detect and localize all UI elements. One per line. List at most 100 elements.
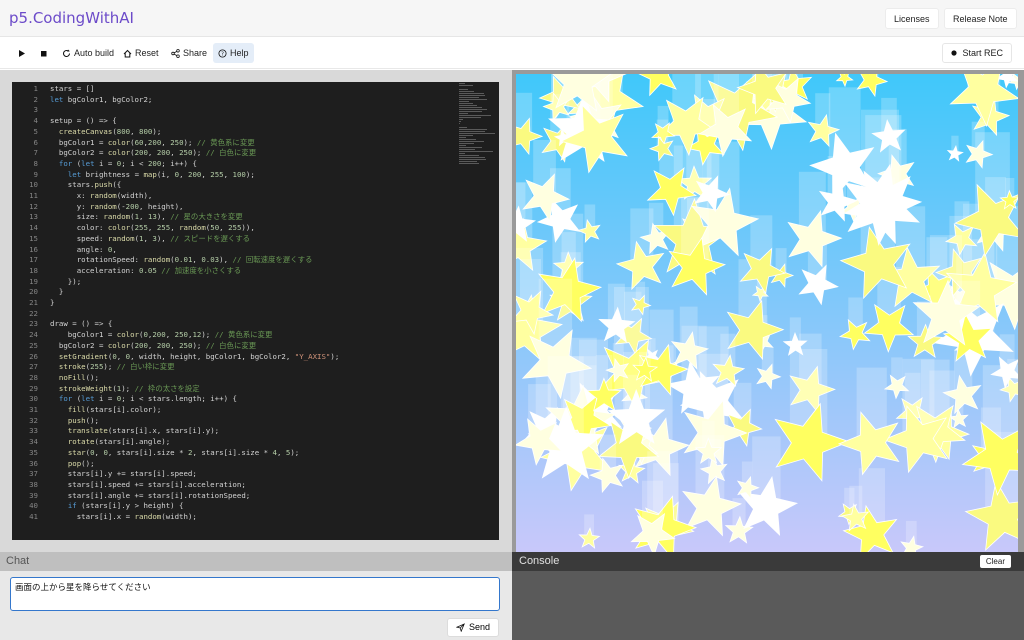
- editor-minimap[interactable]: [457, 82, 499, 540]
- line-number: 22: [29, 308, 38, 318]
- code-line[interactable]: 8 for (let i = 0; i < 200; i++) {: [12, 159, 457, 170]
- code-text: size: random(1, 13), // 星の大きさを変更: [50, 212, 243, 222]
- code-text: push();: [67, 415, 99, 425]
- code-line[interactable]: 10 stars.push({: [12, 180, 457, 191]
- stop-icon: [41, 50, 47, 56]
- code-line[interactable]: 18 acceleration: 0.05 // 加速度を小さくする: [12, 266, 457, 277]
- code-text: }: [50, 287, 64, 297]
- code-line[interactable]: 41 stars[i].x = random(width);: [12, 512, 457, 523]
- code-line[interactable]: 12 y: random(-200, height),: [12, 202, 457, 213]
- auto-build-button[interactable]: Auto build: [57, 43, 119, 63]
- code-line[interactable]: 21}: [12, 298, 457, 309]
- chat-input[interactable]: 画面の上から星を降らせてください: [10, 577, 500, 611]
- line-number: 14: [29, 223, 38, 233]
- line-number: 27: [29, 362, 38, 372]
- code-line[interactable]: 13 size: random(1, 13), // 星の大きさを変更: [12, 212, 457, 223]
- share-button[interactable]: Share: [166, 43, 212, 63]
- stop-button[interactable]: [34, 43, 53, 63]
- code-text: setup = () => {: [50, 116, 117, 126]
- code-line[interactable]: 2 let bgColor1, bgColor2;: [12, 95, 457, 106]
- code-text: stars[i].speed += stars[i].acceleration;: [50, 479, 246, 489]
- share-label: Share: [183, 48, 208, 58]
- code-text: rotate(stars[i].angle);: [67, 437, 171, 447]
- reset-button[interactable]: Reset: [118, 43, 164, 63]
- code-line[interactable]: 35 star(0, 0, stars[i].size * 2, stars[i…: [12, 448, 457, 459]
- code-line[interactable]: 29 strokeWeight(1); // 枠の太さを設定: [12, 384, 457, 395]
- code-line[interactable]: 30 for (let i = 0; i < stars.length; i++…: [12, 394, 457, 405]
- code-line[interactable]: 31 fill(stars[i].color);: [12, 405, 457, 416]
- sketch-canvas[interactable]: [516, 74, 1018, 552]
- code-line[interactable]: 17 rotationSpeed: random(0.01, 0.03), //…: [12, 255, 457, 266]
- code-line[interactable]: 7 bgColor2 = color(200, 200, 250); // 白色…: [12, 148, 457, 159]
- code-line[interactable]: 19 });: [12, 277, 457, 288]
- code-text: bgColor2 = color(200, 200, 250); // 白色に変…: [50, 340, 257, 350]
- code-line[interactable]: 28 noFill();: [12, 373, 457, 384]
- code-line[interactable]: 25 bgColor2 = color(200, 200, 250); // 白…: [12, 341, 457, 352]
- line-number: 17: [29, 255, 38, 265]
- help-button[interactable]: ? Help: [213, 43, 254, 63]
- release-note-button[interactable]: Release Note: [944, 8, 1017, 29]
- line-number: 10: [29, 180, 38, 190]
- code-line[interactable]: 23 draw = () => {: [12, 319, 457, 330]
- code-line[interactable]: 39 stars[i].angle += stars[i].rotationSp…: [12, 491, 457, 502]
- code-text: color: color(255, 255, random(50, 255)),: [50, 223, 255, 233]
- code-line[interactable]: 36 pop();: [12, 459, 457, 470]
- code-line[interactable]: 3: [12, 105, 457, 116]
- code-text: });: [50, 276, 82, 286]
- code-line[interactable]: 32 push();: [12, 416, 457, 427]
- line-number: 2: [33, 94, 38, 104]
- code-line[interactable]: 27 stroke(255); // 白い枠に変更: [12, 362, 457, 373]
- code-line[interactable]: 6 bgColor1 = color(60,200, 250); // 黄色系に…: [12, 138, 457, 149]
- code-text: angle: 0,: [50, 244, 117, 254]
- code-line[interactable]: 14 color: color(255, 255, random(50, 255…: [12, 223, 457, 234]
- home-icon: [123, 49, 132, 57]
- reset-label: Reset: [135, 48, 159, 58]
- send-icon: [455, 623, 465, 632]
- play-button[interactable]: [12, 43, 31, 63]
- code-line[interactable]: 38 stars[i].speed += stars[i].accelerati…: [12, 480, 457, 491]
- share-icon: [171, 48, 180, 58]
- line-number: 32: [29, 415, 38, 425]
- start-rec-button[interactable]: Start REC: [942, 43, 1012, 63]
- code-text: fill(stars[i].color);: [67, 405, 162, 414]
- code-text: if (stars[i].y > height) {: [67, 501, 184, 511]
- line-number: 37: [29, 469, 38, 479]
- send-button[interactable]: Send: [446, 618, 499, 637]
- play-icon: [19, 49, 25, 57]
- line-number: 13: [29, 212, 38, 222]
- clear-console-button[interactable]: Clear: [979, 555, 1011, 568]
- code-line[interactable]: 11 x: random(width),: [12, 191, 457, 202]
- code-line[interactable]: 15 speed: random(1, 3), // スピードを遅くする: [12, 234, 457, 245]
- code-text: stroke(255); // 白い枠に変更: [58, 362, 175, 372]
- code-line[interactable]: 9 let brightness = map(i, 0, 200, 255, 1…: [12, 170, 457, 181]
- code-editor[interactable]: 1 stars = [] 2 let bgColor1, bgColor2; 3 4 set…: [12, 82, 499, 540]
- line-number: 23: [29, 319, 38, 329]
- console-title: Console: [519, 555, 560, 567]
- line-number: 30: [29, 394, 38, 404]
- line-number: 7: [33, 148, 38, 158]
- code-line[interactable]: 1 stars = []: [12, 84, 457, 95]
- licenses-button[interactable]: Licenses: [885, 8, 939, 29]
- code-line[interactable]: 34 rotate(stars[i].angle);: [12, 437, 457, 448]
- code-text: star(0, 0, stars[i].size * 2, stars[i].s…: [67, 447, 300, 457]
- editor-panel: 1 stars = [] 2 let bgColor1, bgColor2; 3 4 set…: [0, 70, 512, 552]
- code-text: createCanvas(800, 800);: [58, 126, 162, 136]
- code-text: setGradient(0, 0, width, height, bgColor…: [58, 351, 340, 361]
- code-line[interactable]: 40 if (stars[i].y > height) {: [12, 501, 457, 512]
- code-text: stars[i].y += stars[i].speed;: [50, 469, 197, 479]
- code-line[interactable]: 20 }: [12, 287, 457, 298]
- code-line[interactable]: 16 angle: 0,: [12, 245, 457, 256]
- code-line[interactable]: 5 createCanvas(800, 800);: [12, 127, 457, 138]
- help-icon: ?: [218, 49, 227, 57]
- code-line[interactable]: 4 setup = () => {: [12, 116, 457, 127]
- code-text: for (let i = 0; i < 200; i++) {: [58, 158, 197, 168]
- code-line[interactable]: 26 setGradient(0, 0, width, height, bgCo…: [12, 352, 457, 363]
- code-line[interactable]: 33 translate(stars[i].x, stars[i].y);: [12, 426, 457, 437]
- code-text: strokeWeight(1); // 枠の太さを設定: [58, 383, 200, 393]
- code-line[interactable]: 24 bgColor1 = color(0,200, 250,12); // 黄…: [12, 330, 457, 341]
- line-number: 9: [33, 169, 38, 179]
- code-line[interactable]: 37 stars[i].y += stars[i].speed;: [12, 469, 457, 480]
- line-number: 33: [29, 426, 38, 436]
- refresh-icon: [63, 49, 70, 57]
- code-line[interactable]: 22: [12, 309, 457, 320]
